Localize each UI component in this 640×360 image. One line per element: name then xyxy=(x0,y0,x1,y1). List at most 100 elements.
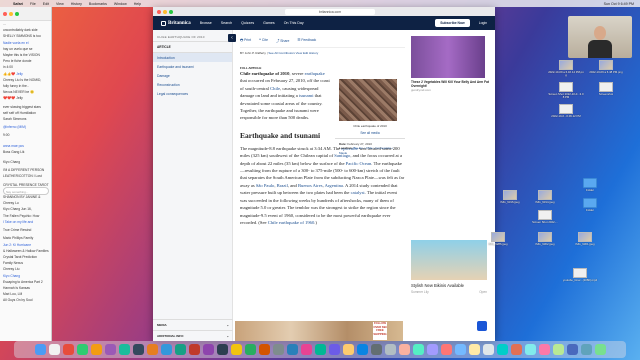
media-section[interactable]: MEDIA ⌄ xyxy=(153,319,233,330)
dock-app-icon[interactable] xyxy=(552,344,564,355)
nav-games[interactable]: Games xyxy=(263,21,275,25)
dock-app-icon[interactable] xyxy=(104,344,116,355)
dock-app-icon[interactable] xyxy=(230,344,242,355)
dock-app-icon[interactable] xyxy=(244,344,256,355)
toc-item-damage[interactable]: Damage xyxy=(153,71,232,80)
dock-app-icon[interactable] xyxy=(580,344,592,355)
menu-item[interactable]: File xyxy=(30,2,36,6)
desktop-file-icon[interactable]: 2022-10-0...6.06.12 PM xyxy=(548,104,584,118)
toc-item-earthquake-and-tsunami[interactable]: Earthquake and tsunami xyxy=(153,62,232,71)
contributors-link[interactable]: See All Contributors View Edit History xyxy=(268,51,318,55)
nav-search[interactable]: Search xyxy=(221,21,232,25)
tsunami-link[interactable]: tsunami xyxy=(299,93,314,98)
dock-app-icon[interactable] xyxy=(328,344,340,355)
desktop-file-icon[interactable]: Folder xyxy=(572,198,608,212)
toc-item-introduction[interactable]: Introduction xyxy=(153,53,232,62)
print-button[interactable]: 🖶 Print xyxy=(240,38,251,44)
sao-paulo-link[interactable]: São Paulo xyxy=(256,183,275,188)
feedback-button[interactable]: ☰ Feedback xyxy=(297,38,316,44)
dock-app-icon[interactable] xyxy=(76,344,88,355)
desktop-file-icon[interactable]: IMG_9302.jpeg xyxy=(527,232,563,246)
share-button[interactable]: ⤴ Share xyxy=(276,38,289,44)
dock-app-icon[interactable] xyxy=(468,344,480,355)
desktop-file-icon[interactable]: 2022-10-09 a 6.48 PM.png xyxy=(588,60,624,74)
dock-app-icon[interactable] xyxy=(412,344,424,355)
dock-app-icon[interactable] xyxy=(132,344,144,355)
minimize-icon[interactable] xyxy=(163,9,167,14)
login-link[interactable]: Login xyxy=(479,21,487,25)
menu-item[interactable]: Safari xyxy=(13,2,23,6)
chile-1960-link[interactable]: Chile earthquake of 1960 xyxy=(268,220,315,225)
cite-button[interactable]: ❝ Cite xyxy=(259,38,268,44)
minimize-icon[interactable] xyxy=(9,11,13,16)
additional-info-section[interactable]: ADDITIONAL INFO ⌄ xyxy=(153,330,233,341)
pacific-ocean-link[interactable]: Pacific Ocean xyxy=(346,161,372,166)
desktop-file-icon[interactable]: IMG_9314.jpeg xyxy=(527,190,563,204)
dock-app-icon[interactable] xyxy=(538,344,550,355)
buenos-aires-link[interactable]: Buenos Aires xyxy=(298,183,323,188)
dock-app-icon[interactable] xyxy=(188,344,200,355)
ad-image[interactable] xyxy=(411,240,487,281)
ad-image[interactable] xyxy=(411,36,485,78)
dock-app-icon[interactable] xyxy=(314,344,326,355)
dock-app-icon[interactable] xyxy=(146,344,158,355)
earthquake-photo[interactable] xyxy=(339,79,397,121)
dock-app-icon[interactable] xyxy=(510,344,522,355)
dock-app-icon[interactable] xyxy=(34,344,46,355)
bottom-banner-ad[interactable]: FOLLOW OVER $99 FREE SHIPPING xyxy=(235,321,403,341)
subscribe-button[interactable]: Subscribe Now xyxy=(435,19,470,27)
dock-app-icon[interactable] xyxy=(342,344,354,355)
dock-app-icon[interactable] xyxy=(440,344,452,355)
address-bar[interactable]: britannica.com xyxy=(285,8,375,15)
ad-headline[interactable]: These 2 Vegetables Will Kill Your Belly … xyxy=(411,80,495,88)
menu-item[interactable]: Window xyxy=(114,2,127,6)
dock-app-icon[interactable] xyxy=(216,344,228,355)
dock-app-icon[interactable] xyxy=(272,344,284,355)
toc-item-legal-consequences[interactable]: Legal consequences xyxy=(153,89,232,98)
nav-browse[interactable]: Browse xyxy=(200,21,212,25)
dock-app-icon[interactable] xyxy=(524,344,536,355)
brazil-link[interactable]: Brazil xyxy=(277,183,288,188)
author-link[interactable]: BY John P. Rafferty xyxy=(240,51,266,55)
desktop-file-icon[interactable]: Screen Shot 2022-10-0...3.08 PM xyxy=(548,82,584,100)
menu-item[interactable]: View xyxy=(56,2,64,6)
see-all-media-link[interactable]: See all media xyxy=(335,131,405,139)
close-icon[interactable] xyxy=(157,9,161,14)
desktop-file-icon[interactable]: youtube_timer...(1080).mp4 xyxy=(562,268,598,282)
earthquake-link[interactable]: earthquake xyxy=(305,71,325,76)
menu-item[interactable]: Bookmarks xyxy=(89,2,107,6)
ad-headline[interactable]: Stylish New Bikinis Available xyxy=(411,283,495,288)
dock-app-icon[interactable] xyxy=(118,344,130,355)
dock-app-icon[interactable] xyxy=(370,344,382,355)
dock-app-icon[interactable] xyxy=(90,344,102,355)
dock-app-icon[interactable] xyxy=(202,344,214,355)
dock-app-icon[interactable] xyxy=(384,344,396,355)
dock-app-icon[interactable] xyxy=(426,344,438,355)
dock-app-icon[interactable] xyxy=(160,344,172,355)
catalyst-link[interactable]: catalyst xyxy=(351,190,365,195)
dock-app-icon[interactable] xyxy=(356,344,368,355)
dock-app-icon[interactable] xyxy=(300,344,312,355)
chat-input[interactable]: Say something... xyxy=(3,187,49,195)
nav-quizzes[interactable]: Quizzes xyxy=(241,21,254,25)
chile-link[interactable]: Chile xyxy=(270,86,280,91)
dock-app-icon[interactable] xyxy=(174,344,186,355)
dock-app-icon[interactable] xyxy=(258,344,270,355)
desktop-file-icon[interactable]: 2022-10-09 a 6.46.14 PM.png xyxy=(548,60,584,78)
dock-app-icon[interactable] xyxy=(62,344,74,355)
dock-app-icon[interactable] xyxy=(482,344,494,355)
article-label[interactable]: ARTICLE xyxy=(153,41,232,53)
desktop-file-icon[interactable]: Screenshot xyxy=(588,82,624,96)
dock-app-icon[interactable] xyxy=(48,344,60,355)
desktop-file-icon[interactable]: Folder xyxy=(572,178,608,192)
zoom-icon[interactable] xyxy=(169,9,173,14)
collapse-sidebar-button[interactable]: ‹ xyxy=(228,34,236,42)
menu-item[interactable]: History xyxy=(71,2,82,6)
close-icon[interactable] xyxy=(3,11,7,16)
desktop-file-icon[interactable]: IMG_9286.jpeg xyxy=(480,232,516,246)
dock-app-icon[interactable] xyxy=(496,344,508,355)
dock-app-icon[interactable] xyxy=(594,344,606,355)
toc-item-reconstruction[interactable]: Reconstruction xyxy=(153,80,232,89)
chat-bubble-icon[interactable] xyxy=(477,321,487,331)
argentina-link[interactable]: Argentina xyxy=(325,183,343,188)
